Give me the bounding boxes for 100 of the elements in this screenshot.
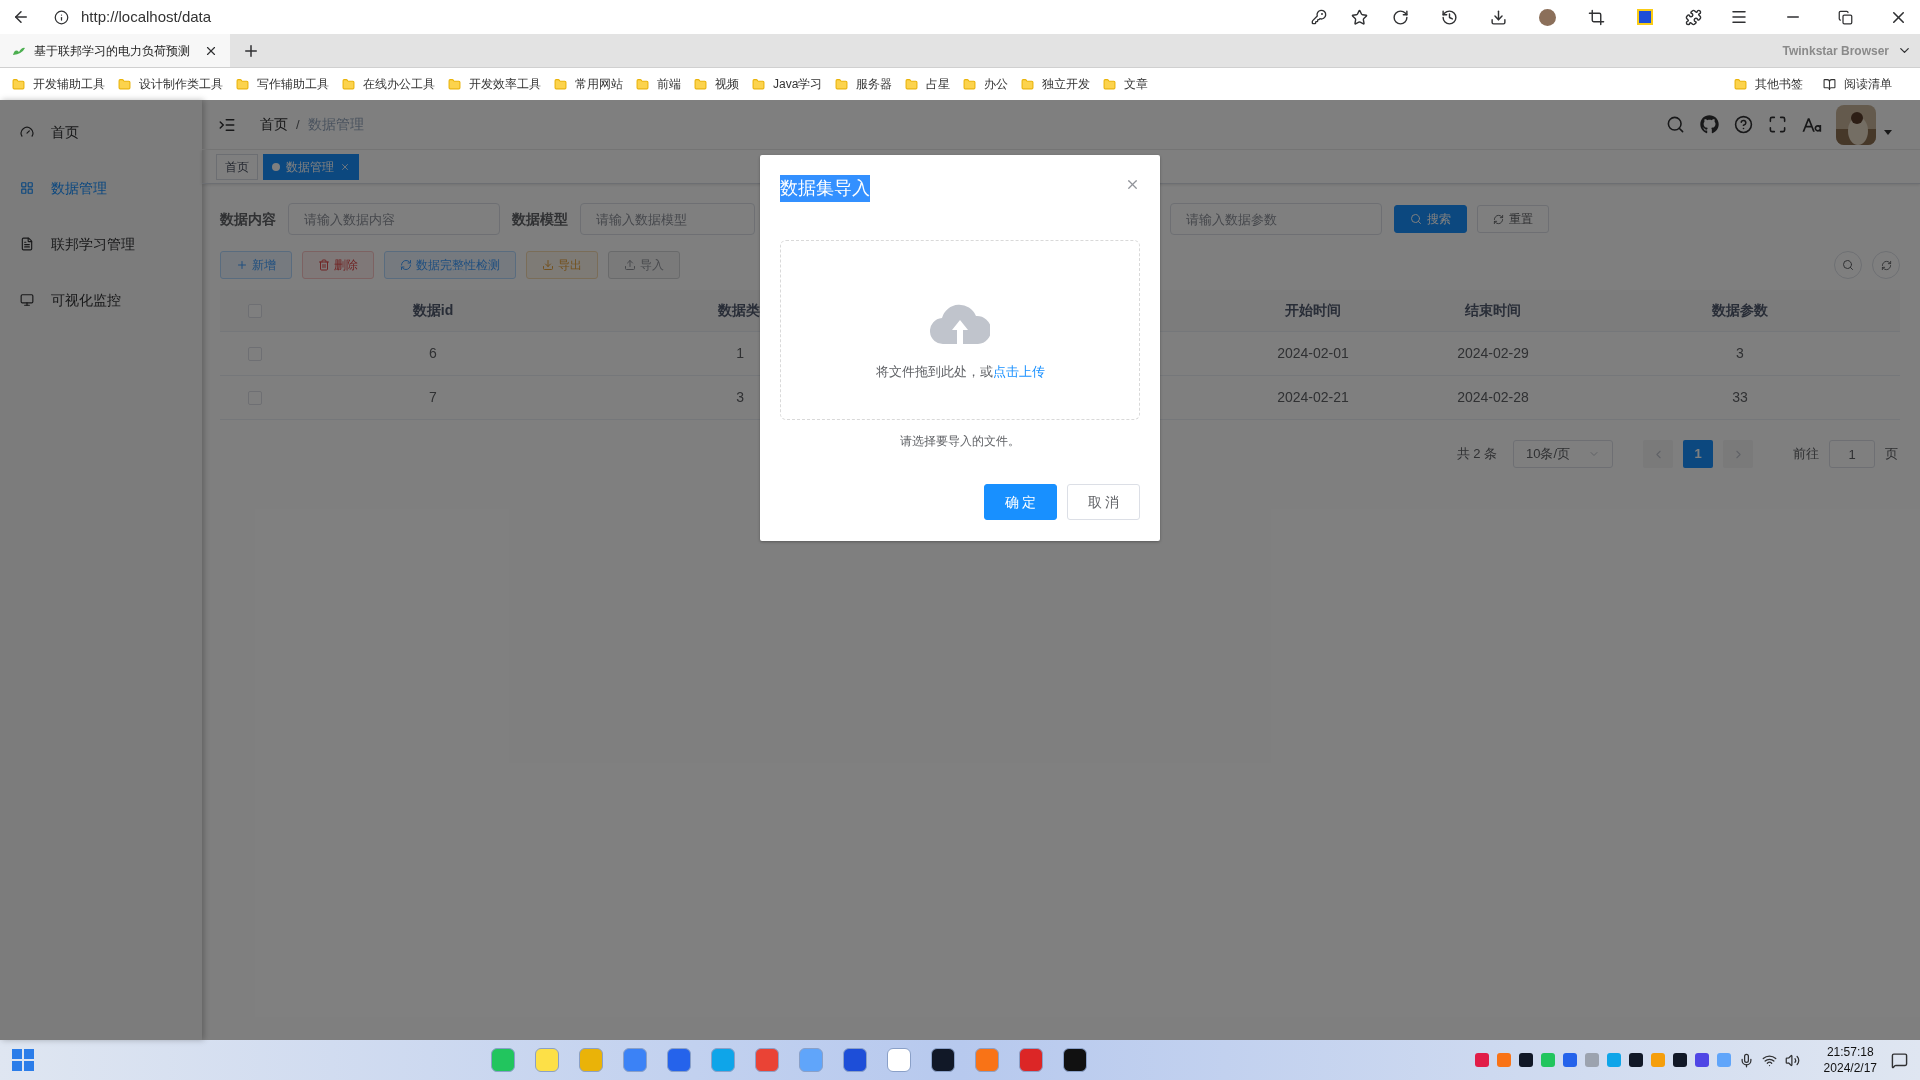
caret-icon[interactable]	[1884, 130, 1892, 135]
tray-icon[interactable]	[1628, 1053, 1643, 1067]
search-icon	[1842, 259, 1854, 271]
volume-icon[interactable]	[1784, 1052, 1800, 1068]
search-icon[interactable]	[1666, 115, 1685, 134]
fullscreen-icon[interactable]	[1768, 115, 1787, 134]
clock-time: 21:57:18	[1826, 1044, 1874, 1060]
bookmark-item[interactable]: 视频	[694, 75, 739, 93]
bookmark-item[interactable]: 在线办公工具	[342, 75, 435, 93]
dialog-title: 数据集导入	[780, 175, 870, 202]
bookmark-item[interactable]: 常用网站	[554, 75, 623, 93]
table-cell-text: 1	[736, 344, 744, 363]
goto-label: 前往	[1793, 445, 1819, 464]
reload-icon[interactable]	[1392, 8, 1409, 26]
page-tag[interactable]: 首页	[216, 153, 258, 180]
menu-icon[interactable]	[1730, 8, 1748, 26]
delete-icon	[318, 259, 330, 271]
bookmark-item[interactable]: 开发效率工具	[448, 75, 541, 93]
star-icon[interactable]	[1351, 8, 1368, 26]
bookmark-item[interactable]: 办公	[963, 75, 1009, 93]
folder-icon	[1021, 77, 1035, 91]
clock-date: 2024/2/17	[1823, 1060, 1877, 1076]
history-icon[interactable]	[1441, 8, 1458, 26]
folder-icon	[835, 77, 849, 91]
folder-icon	[342, 77, 355, 91]
back-icon[interactable]	[12, 8, 30, 26]
folder-icon	[694, 77, 707, 91]
reading-list-icon	[1823, 77, 1836, 91]
refresh-icon	[1493, 213, 1504, 225]
browser-tab[interactable]: 基于联邦学习的电力负荷预测	[0, 34, 230, 67]
field-label: 数据内容	[220, 209, 276, 229]
restore-icon[interactable]	[1838, 9, 1853, 25]
windows-icon[interactable]	[12, 1049, 34, 1071]
upload-drop-area[interactable]: 将文件拖到此处，或点击上传	[780, 240, 1140, 420]
refresh-icon	[1880, 259, 1892, 271]
reading-list-item[interactable]: 阅读清单	[1823, 75, 1892, 93]
bookmark-item[interactable]: Java学习	[752, 75, 823, 93]
table-cell-text: 3	[736, 388, 744, 407]
sidebar-item[interactable]: 可视化监控	[0, 272, 202, 328]
table-cell-text: 7	[429, 388, 437, 407]
tray-icon[interactable]	[1518, 1053, 1533, 1067]
cancel-button[interactable]: 取 消	[1067, 484, 1140, 520]
folder-icon	[236, 77, 249, 91]
sidebar-item[interactable]: 联邦学习管理	[0, 216, 202, 272]
breadcrumb-item[interactable]: 首页	[260, 114, 288, 135]
notification-icon[interactable]	[1891, 1051, 1908, 1069]
bookmark-item[interactable]: 前端	[636, 75, 681, 93]
github-icon[interactable]	[1700, 115, 1719, 134]
tray-icon[interactable]	[1672, 1053, 1687, 1067]
bookmark-item[interactable]: 文章	[1103, 75, 1149, 93]
table-cell-text: 2024-02-28	[1457, 388, 1529, 407]
download-icon[interactable]	[1490, 8, 1507, 26]
table-cell-text: 2024-02-21	[1277, 388, 1349, 407]
page-size-select[interactable]: 10条/页	[1513, 440, 1613, 468]
folder-icon	[752, 77, 765, 91]
extensions-icon[interactable]	[1685, 8, 1702, 26]
grid-icon	[20, 181, 34, 195]
bookmark-item[interactable]: 开发辅助工具	[12, 75, 105, 93]
upload-tip: 请选择要导入的文件。	[899, 433, 1021, 450]
app-icon[interactable]	[1063, 1048, 1088, 1072]
click-upload-link[interactable]: 点击上传	[992, 364, 1045, 380]
export-icon	[542, 259, 554, 271]
total-count: 共 2 条	[1456, 445, 1497, 464]
crop-icon[interactable]	[1588, 8, 1605, 26]
bookmark-item[interactable]: 服务器	[835, 75, 893, 93]
column-header: 数据参数	[1712, 301, 1768, 320]
folder-icon	[905, 77, 919, 91]
browser-brand: Twinkstar Browser	[1782, 42, 1889, 60]
extension-icon[interactable]	[1637, 9, 1653, 25]
reset-button[interactable]: 重置	[1477, 205, 1549, 233]
folder-icon	[12, 77, 25, 91]
field-label: 数据模型	[512, 209, 568, 229]
info-icon[interactable]	[54, 9, 69, 25]
address-bar[interactable]: http://localhost/data	[81, 5, 212, 29]
bookmark-item[interactable]: 其他书签	[1734, 75, 1803, 93]
microphone-icon[interactable]	[1738, 1052, 1754, 1068]
column-header: 开始时间	[1285, 301, 1341, 320]
bookmark-item[interactable]: 占星	[905, 75, 951, 93]
table-cell-text: 2024-02-29	[1457, 344, 1529, 363]
bookmark-item[interactable]: 写作辅助工具	[236, 75, 329, 93]
sidebar-item[interactable]: 首页	[0, 104, 202, 160]
table-cell-text: 33	[1732, 388, 1748, 407]
integrity-check-icon	[400, 259, 412, 271]
folder-icon	[118, 77, 131, 91]
folder-icon	[554, 77, 567, 91]
profile-avatar[interactable]	[1539, 8, 1556, 26]
wifi-icon[interactable]	[1761, 1052, 1777, 1068]
app-icon[interactable]	[931, 1048, 956, 1072]
help-icon[interactable]	[1734, 115, 1753, 134]
column-header: 结束时间	[1465, 301, 1521, 320]
tab-title: 基于联邦学习的电力负荷预测	[34, 42, 190, 60]
import-icon	[624, 259, 636, 271]
folder-icon	[448, 77, 461, 91]
page-number-field[interactable]: 1	[1829, 440, 1875, 468]
dashboard-icon	[20, 125, 34, 139]
monitor-icon	[20, 293, 34, 307]
bookmark-item[interactable]: 独立开发	[1021, 75, 1091, 93]
key-icon[interactable]	[1311, 9, 1327, 25]
leaf-icon	[12, 45, 26, 56]
bookmark-item[interactable]: 设计制作类工具	[118, 75, 223, 93]
